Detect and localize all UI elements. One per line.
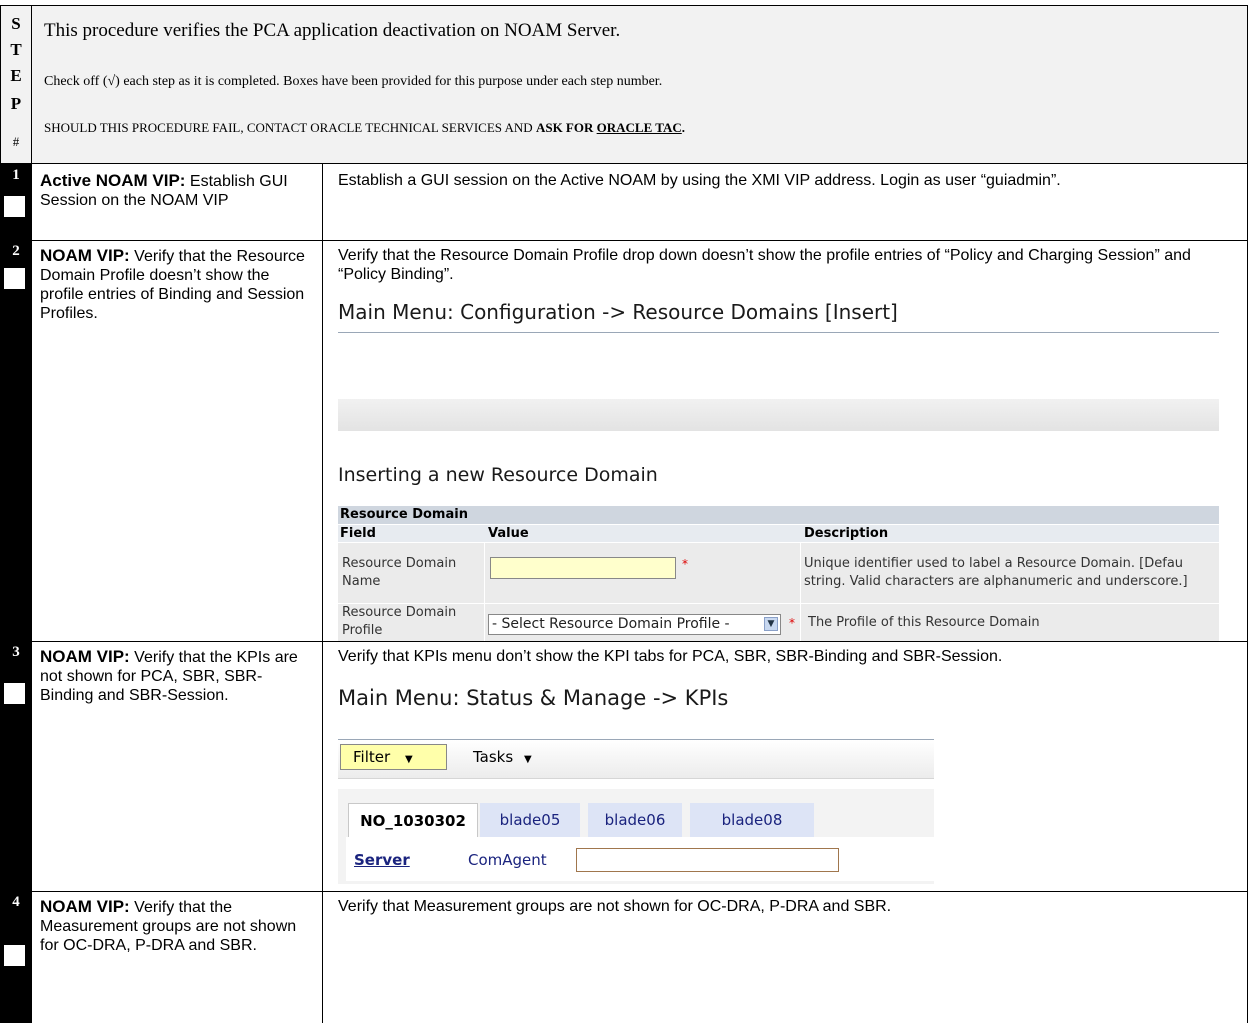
- resource-domain-name-input[interactable]: [490, 557, 676, 579]
- column-header: Description: [804, 526, 889, 541]
- step-number-cell: 1: [0, 164, 32, 240]
- contact-text: SHOULD THIS PROCEDURE FAIL, CONTACT ORAC…: [44, 120, 536, 135]
- row-divider: [32, 891, 1248, 892]
- field-name-line: Name: [342, 574, 381, 589]
- contact-bold: ASK FOR: [535, 120, 597, 135]
- description-line: string. Valid characters are alphanumeri…: [804, 574, 1188, 589]
- contact-end: .: [681, 120, 685, 135]
- tasks-label: Tasks: [473, 748, 514, 766]
- step-description: Verify that Measurement groups are not s…: [338, 898, 892, 915]
- procedure-table: S T E P # This procedure verifies the PC…: [0, 0, 1248, 1023]
- step-label: Active NOAM VIP: Establish GUI Session o…: [40, 171, 312, 210]
- form-row: Resource Domain Profile - Select Resourc…: [338, 604, 1219, 641]
- resource-domains-title: Main Menu: Configuration -> Resource Dom…: [338, 300, 898, 324]
- step-number-cell: 4: [0, 891, 32, 1023]
- chevron-down-icon: ▼: [523, 754, 532, 765]
- title-rule: [338, 332, 1219, 333]
- tab-blade05[interactable]: blade05: [480, 803, 580, 837]
- step-label: NOAM VIP: Verify that the KPIs are not s…: [40, 647, 312, 705]
- column-header: Value: [488, 526, 529, 541]
- procedure-intro: This procedure verifies the PCA applicat…: [44, 20, 621, 41]
- step-header-cell: S T E P #: [0, 5, 32, 164]
- step-number-cell: 2: [0, 240, 32, 641]
- cell-divider: [800, 543, 801, 603]
- subtab-server[interactable]: Server: [354, 851, 410, 869]
- insert-subtitle: Inserting a new Resource Domain: [338, 464, 658, 486]
- checkoff-instruction: Check off (√) each step as it is complet…: [44, 74, 663, 89]
- tab-blade06[interactable]: blade06: [588, 803, 682, 837]
- step-header-letter: T: [10, 40, 22, 59]
- tab-no-1030302[interactable]: NO_1030302: [348, 803, 478, 837]
- filter-label: Filter: [353, 748, 391, 766]
- kpi-search-input[interactable]: [576, 848, 839, 872]
- column-divider: [322, 164, 323, 1023]
- step-number: 2: [12, 243, 20, 259]
- chevron-down-icon: ▼: [404, 754, 413, 765]
- field-name: Resource Domain Name: [342, 555, 456, 591]
- step-label-bold: Active NOAM VIP:: [40, 171, 186, 190]
- step-description: Verify that KPIs menu don’t show the KPI…: [338, 648, 1003, 665]
- contact-instruction: SHOULD THIS PROCEDURE FAIL, CONTACT ORAC…: [44, 120, 685, 136]
- field-name-line: Resource Domain: [342, 556, 457, 571]
- cell-divider: [800, 604, 801, 641]
- column-header: Field: [340, 526, 376, 541]
- step-label: NOAM VIP: Verify that the Resource Domai…: [40, 246, 312, 323]
- step-header-letter: S: [11, 14, 21, 33]
- field-name: Resource Domain Profile: [342, 604, 456, 640]
- subtab-comagent[interactable]: ComAgent: [468, 851, 547, 869]
- step-checkbox[interactable]: [4, 945, 25, 966]
- form-header-row: Field Value Description: [338, 525, 1219, 542]
- select-value: - Select Resource Domain Profile -: [492, 616, 730, 632]
- form-row: Resource Domain Name * Unique identifier…: [338, 543, 1219, 603]
- step-label-bold: NOAM VIP:: [40, 246, 130, 265]
- kpis-title: Main Menu: Status & Manage -> KPIs: [338, 686, 729, 710]
- field-name-line: Profile: [342, 623, 383, 638]
- kpi-subtabs: Server ComAgent: [346, 837, 934, 881]
- step-number: 1: [12, 167, 20, 183]
- step-header-letter: #: [12, 134, 20, 149]
- step-header-letter: E: [10, 66, 22, 85]
- step-description: Verify that the Resource Domain Profile …: [338, 247, 1191, 283]
- step-number-cell: 3: [0, 641, 32, 891]
- field-description: Unique identifier used to label a Resour…: [804, 555, 1218, 591]
- step-label-bold: NOAM VIP:: [40, 647, 130, 666]
- row-divider: [32, 641, 1248, 642]
- step-checkbox[interactable]: [4, 196, 25, 217]
- cell-divider: [484, 604, 485, 641]
- step-description: Establish a GUI session on the Active NO…: [338, 172, 1061, 189]
- required-marker: *: [682, 557, 688, 571]
- row-divider: [32, 240, 1248, 241]
- kpi-toolbar: Filter ▼ Tasks ▼: [338, 740, 934, 779]
- step-header-letter: P: [10, 94, 22, 113]
- step-checkbox[interactable]: [4, 268, 25, 289]
- field-description: The Profile of this Resource Domain: [808, 615, 1040, 630]
- form-caption: Resource Domain: [338, 506, 1219, 524]
- toolbar-strip: [338, 399, 1219, 431]
- tab-blade08[interactable]: blade08: [690, 803, 814, 837]
- procedure-header: This procedure verifies the PCA applicat…: [31, 5, 1248, 164]
- step-number: 3: [12, 644, 20, 660]
- filter-button[interactable]: Filter ▼: [340, 744, 447, 770]
- kpi-tabs-panel: NO_1030302 blade05 blade06 blade08 Serve…: [338, 789, 934, 884]
- step-checkbox[interactable]: [4, 683, 25, 704]
- step-number: 4: [12, 894, 20, 910]
- cell-divider: [484, 543, 485, 603]
- required-marker: *: [789, 616, 795, 630]
- resource-domain-profile-select[interactable]: - Select Resource Domain Profile - ▼: [488, 614, 781, 635]
- step-label-bold: NOAM VIP:: [40, 897, 130, 916]
- tasks-menu[interactable]: Tasks ▼: [473, 748, 532, 766]
- field-name-line: Resource Domain: [342, 605, 457, 620]
- description-line: Unique identifier used to label a Resour…: [804, 556, 1184, 571]
- oracle-tac-link[interactable]: ORACLE TAC: [597, 120, 682, 135]
- chevron-down-icon[interactable]: ▼: [764, 617, 778, 631]
- step-label: NOAM VIP: Verify that the Measurement gr…: [40, 897, 312, 955]
